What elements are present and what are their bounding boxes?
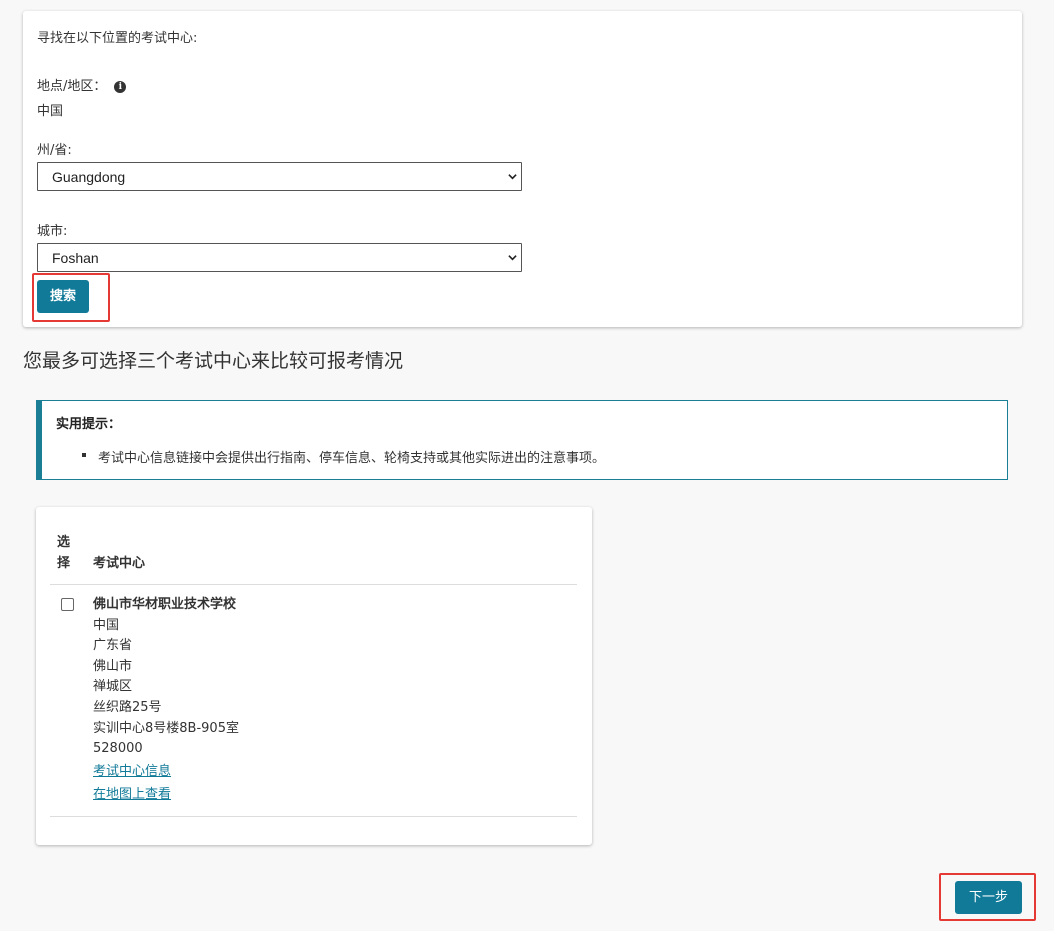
center-info-link[interactable]: 考试中心信息 xyxy=(93,760,239,783)
location-label-row: 地点/地区： i xyxy=(37,75,127,94)
search-panel: 寻找在以下位置的考试中心: 地点/地区： i 中国 州/省: Guangdong … xyxy=(23,11,1022,327)
test-center-table: 选择 考试中心 佛山市华材职业技术学校 中国 广东省 佛山市 禅城区 丝织路25… xyxy=(36,507,592,845)
city-select[interactable]: Foshan xyxy=(37,243,522,272)
province-select-value: Guangdong xyxy=(52,169,126,185)
row-divider xyxy=(50,816,577,817)
select-checkbox[interactable] xyxy=(61,598,74,611)
center-province: 广东省 xyxy=(93,638,133,654)
center-postcode: 528000 xyxy=(93,741,143,757)
center-name: 佛山市华材职业技术学校 xyxy=(93,597,237,612)
compare-heading: 您最多可选择三个考试中心来比较可报考情况 xyxy=(23,350,404,372)
province-label: 州/省: xyxy=(37,143,72,158)
location-value: 中国 xyxy=(37,104,64,119)
tip-item: 考试中心信息链接中会提供出行指南、停车信息、轮椅支持或其他实际进出的注意事项。 xyxy=(98,451,606,466)
tip-box: 实用提示： 考试中心信息链接中会提供出行指南、停车信息、轮椅支持或其他实际进出的… xyxy=(36,400,1008,480)
city-select-value: Foshan xyxy=(52,250,99,266)
search-intro: 寻找在以下位置的考试中心: xyxy=(37,31,198,46)
view-on-map-link[interactable]: 在地图上查看 xyxy=(93,783,239,806)
center-room: 实训中心8号楼8B-905室 xyxy=(93,720,239,736)
table-row: 佛山市华材职业技术学校 中国 广东省 佛山市 禅城区 丝织路25号 实训中心8号… xyxy=(93,595,239,806)
center-city: 佛山市 xyxy=(93,658,133,674)
search-button[interactable]: 搜索 xyxy=(37,280,89,313)
center-street: 丝织路25号 xyxy=(93,699,162,715)
chevron-down-icon xyxy=(508,255,517,261)
province-select[interactable]: Guangdong xyxy=(37,162,522,191)
col-center-header: 考试中心 xyxy=(93,556,146,571)
col-select-header: 选择 xyxy=(57,535,71,571)
location-label: 地点/地区： xyxy=(37,79,107,94)
city-label: 城市: xyxy=(37,224,68,239)
header-divider xyxy=(50,584,577,585)
next-button[interactable]: 下一步 xyxy=(955,881,1022,914)
bullet-icon xyxy=(82,453,86,457)
center-district: 禅城区 xyxy=(93,679,133,695)
info-icon[interactable]: i xyxy=(114,81,127,93)
tip-title: 实用提示： xyxy=(56,417,122,432)
chevron-down-icon xyxy=(508,174,517,180)
center-country: 中国 xyxy=(93,617,120,633)
